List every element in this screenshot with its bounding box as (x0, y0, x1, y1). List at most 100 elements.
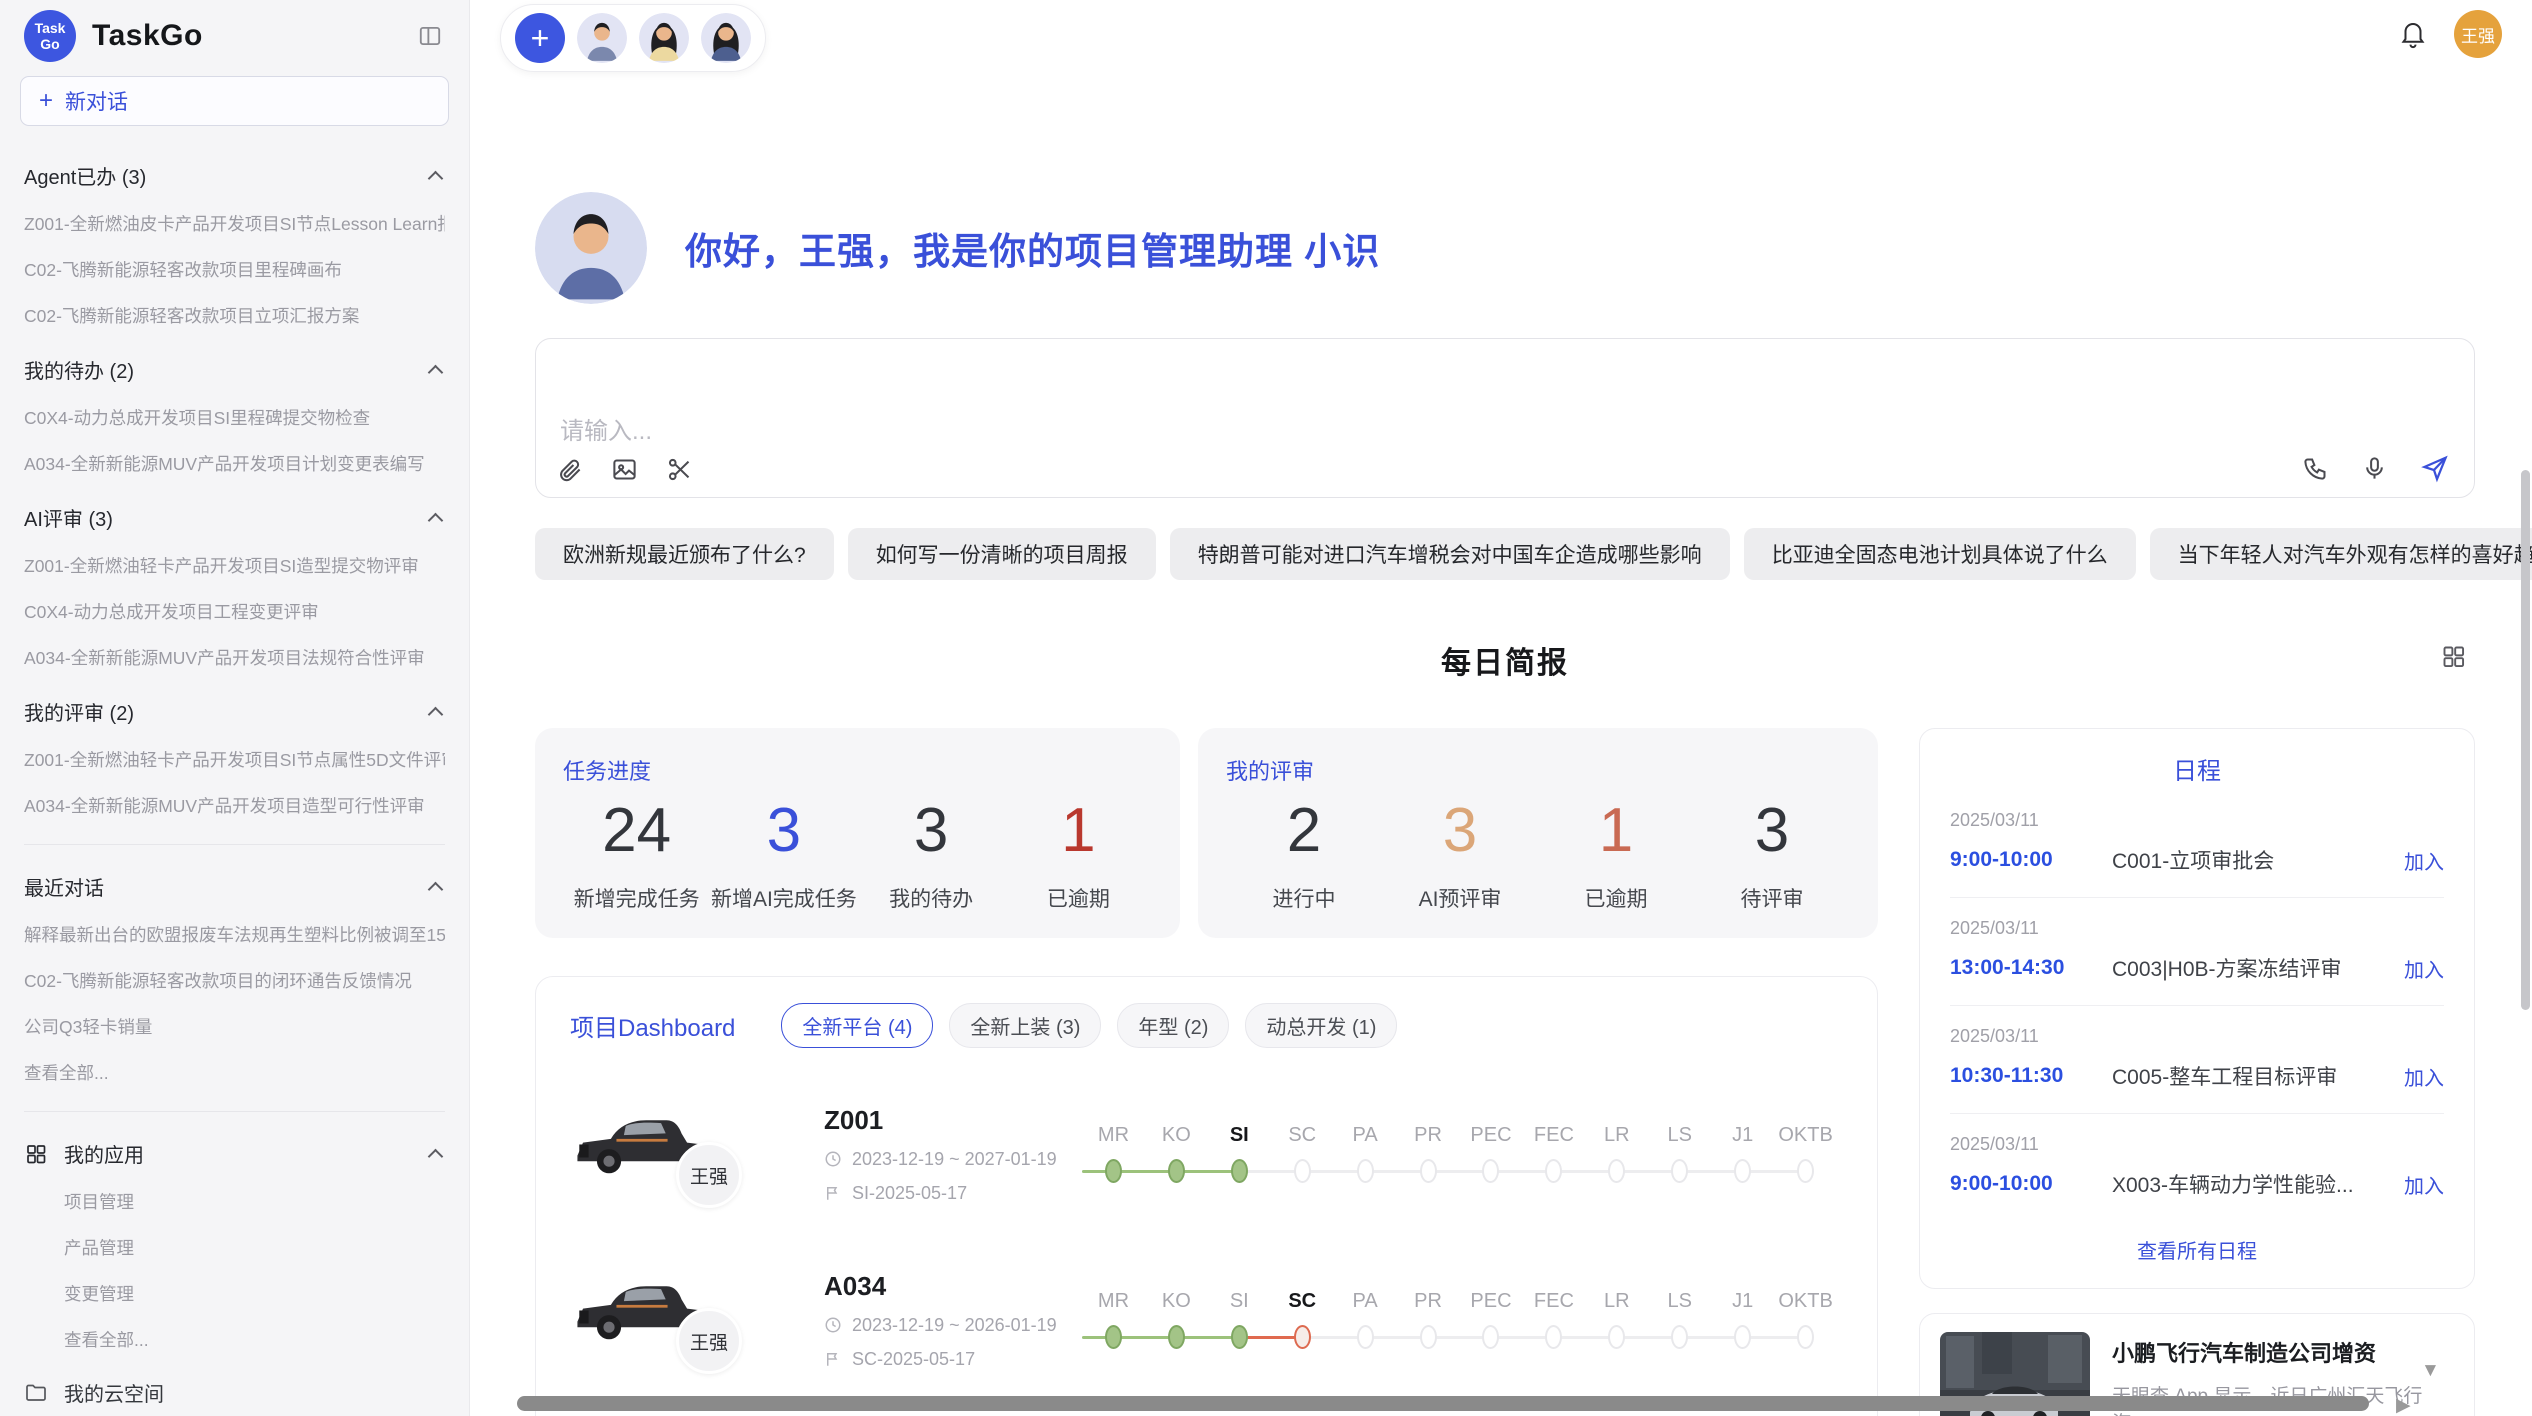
milestone-dot-cell (1082, 1159, 1145, 1185)
suggestion-chip[interactable]: 如何写一份清晰的项目周报 (848, 528, 1156, 580)
milestone-timeline: MRKOSISCPAPRPECFECLRLSJ1OKTB (1082, 1290, 1843, 1351)
suggestion-chip[interactable]: 比亚迪全固态电池计划具体说了什么 (1744, 528, 2136, 580)
view-all-schedule-link[interactable]: 查看所有日程 (1950, 1221, 2444, 1274)
chevron-up-icon[interactable] (428, 881, 444, 897)
dashboard-tab[interactable]: 动总开发 (1) (1245, 1003, 1397, 1048)
top-right-actions: 王强 (2398, 10, 2516, 58)
app-menu-item[interactable]: 项目管理 (64, 1189, 445, 1214)
app-menu-item[interactable]: 查看全部... (64, 1327, 445, 1352)
suggestion-chip[interactable]: 特朗普可能对进口汽车增税会对中国车企造成哪些影响 (1170, 528, 1730, 580)
stat-grid: 24新增完成任务3新增AI完成任务3我的待办1已逾期 (563, 798, 1152, 913)
milestone-label: MR (1082, 1124, 1145, 1147)
sidebar-task-item[interactable]: C02-飞腾新能源轻客改款项目立项汇报方案 (24, 303, 445, 328)
suggestion-chip[interactable]: 欧洲新规最近颁布了什么? (535, 528, 834, 580)
sidebar-recent-header[interactable]: 最近对话 (24, 872, 445, 901)
chevron-up-icon[interactable] (428, 512, 444, 528)
recent-chat-item[interactable]: C02-飞腾新能源轻客改款项目的闭环通告反馈情况 (24, 968, 445, 993)
chevron-up-icon[interactable] (428, 1148, 444, 1164)
app-menu-item[interactable]: 变更管理 (64, 1281, 445, 1306)
microphone-icon[interactable] (2361, 455, 2388, 482)
milestone-label: PR (1397, 1124, 1460, 1147)
dashboard-tab[interactable]: 全新上装 (3) (949, 1003, 1101, 1048)
schedule-join-link[interactable]: 加入 (2404, 1170, 2444, 1199)
milestone-label: FEC (1522, 1124, 1585, 1147)
project-dashboard-card: 项目Dashboard 全新平台 (4)全新上装 (3)年型 (2)动总开发 (… (535, 976, 1878, 1416)
horizontal-scrollbar-thumb[interactable] (517, 1396, 2369, 1411)
member-avatar-2[interactable] (639, 13, 689, 63)
sidebar-section-header[interactable]: Agent已办 (3) (24, 161, 445, 190)
sidebar-task-item[interactable]: A034-全新新能源MUV产品开发项目法规符合性评审 (24, 645, 445, 670)
project-date-range: 2023-12-19 ~ 2027-01-19 (824, 1149, 1082, 1170)
milestone-dot-cell (1711, 1159, 1774, 1185)
dashboard-tab[interactable]: 年型 (2) (1117, 1003, 1229, 1048)
attachment-icon[interactable] (556, 456, 583, 483)
project-rows: 王强Z0012023-12-19 ~ 2027-01-19SI-2025-05-… (570, 1094, 1843, 1416)
sidebar-task-item[interactable]: C0X4-动力总成开发项目SI里程碑提交物检查 (24, 405, 445, 430)
schedule-time: 9:00-10:00 (1950, 848, 2112, 872)
milestone-dot-cell (1711, 1325, 1774, 1351)
user-avatar[interactable]: 王强 (2454, 10, 2502, 58)
project-row[interactable]: 王强Z0012023-12-19 ~ 2027-01-19SI-2025-05-… (570, 1094, 1843, 1214)
member-avatar-3[interactable] (701, 13, 751, 63)
stat-value: 3 (858, 798, 1005, 863)
sidebar-task-item[interactable]: Z001-全新燃油皮卡产品开发项目SI节点Lesson Learn报告 (24, 211, 445, 236)
dashboard-header: 项目Dashboard 全新平台 (4)全新上装 (3)年型 (2)动总开发 (… (570, 1003, 1843, 1048)
sidebar-apps-title-wrap: 我的应用 (24, 1139, 430, 1168)
app-window: Task Go TaskGo + 新对话 Agent已办 (3) Z001-全新燃… (0, 0, 2532, 1416)
chevron-up-icon[interactable] (428, 364, 444, 380)
schedule-join-link[interactable]: 加入 (2404, 954, 2444, 983)
vertical-scrollbar-thumb[interactable] (2521, 470, 2530, 1010)
new-chat-button[interactable]: + 新对话 (20, 76, 449, 126)
milestone-dot (1357, 1159, 1374, 1183)
add-member-button[interactable]: + (515, 13, 565, 63)
sidebar-header: Task Go TaskGo (0, 0, 469, 72)
sidebar-apps-header[interactable]: 我的应用 (24, 1139, 445, 1168)
chevron-up-icon[interactable] (428, 170, 444, 186)
sidebar-section-header[interactable]: AI评审 (3) (24, 503, 445, 532)
schedule-date: 2025/03/11 (1950, 1134, 2444, 1155)
sidebar-item-cloud-space[interactable]: 我的云空间 (24, 1378, 445, 1407)
milestone-dot-cell (1460, 1159, 1523, 1185)
phone-call-icon[interactable] (2302, 455, 2329, 482)
project-row[interactable]: 王强A0342023-12-19 ~ 2026-01-19SC-2025-05-… (570, 1260, 1843, 1380)
stat-label: 待评审 (1694, 883, 1850, 913)
send-icon[interactable] (2420, 453, 2450, 483)
schedule-item: 2025/03/1110:30-11:30C005-整车工程目标评审加入 (1950, 1006, 2444, 1114)
image-upload-icon[interactable] (611, 456, 638, 483)
sidebar-task-item[interactable]: Z001-全新燃油轻卡产品开发项目SI节点属性5D文件评审 (24, 747, 445, 772)
schedule-join-link[interactable]: 加入 (2404, 846, 2444, 875)
sidebar-section-header[interactable]: 我的待办 (2) (24, 355, 445, 384)
sidebar-task-item[interactable]: C02-飞腾新能源轻客改款项目里程碑画布 (24, 257, 445, 282)
scissors-icon[interactable] (666, 456, 693, 483)
recent-chat-item[interactable]: 解释最新出台的欧盟报废车法规再生塑料比例被调至15%... (24, 922, 445, 947)
composer-left-tools (556, 456, 693, 483)
chevron-up-icon[interactable] (428, 706, 444, 722)
schedule-item: 2025/03/119:00-10:00X003-车辆动力学性能验...加入 (1950, 1114, 2444, 1221)
sidebar-collapse-icon[interactable] (415, 21, 445, 51)
notification-bell-icon[interactable] (2398, 19, 2428, 49)
recent-chat-item[interactable]: 公司Q3轻卡销量 (24, 1014, 445, 1039)
message-composer[interactable]: 请输入... (535, 338, 2475, 498)
message-input-placeholder[interactable]: 请输入... (560, 411, 652, 446)
sidebar-recent-title: 最近对话 (24, 872, 104, 901)
project-owner-badge: 王强 (676, 1308, 742, 1374)
member-avatar-1[interactable] (577, 13, 627, 63)
app-menu-item[interactable]: 产品管理 (64, 1235, 445, 1260)
sidebar-task-item[interactable]: Z001-全新燃油轻卡产品开发项目SI造型提交物评审 (24, 553, 445, 578)
suggestion-chip[interactable]: 当下年轻人对汽车外观有怎样的喜好趋势 (2150, 528, 2532, 580)
scroll-right-arrow-icon[interactable]: ▶ (2396, 1394, 2411, 1416)
sidebar-task-item[interactable]: C0X4-动力总成开发项目工程变更评审 (24, 599, 445, 624)
milestone-label: PA (1334, 1124, 1397, 1147)
stat-value: 24 (563, 798, 710, 863)
scroll-down-arrow-icon[interactable]: ▼ (2421, 1360, 2440, 1382)
project-code: Z001 (824, 1105, 1082, 1136)
sidebar-section-header[interactable]: 我的评审 (2) (24, 697, 445, 726)
dashboard-tab[interactable]: 全新平台 (4) (781, 1003, 933, 1048)
schedule-join-link[interactable]: 加入 (2404, 1062, 2444, 1091)
milestone-dot (1357, 1325, 1374, 1349)
schedule-title: 日程 (1950, 751, 2444, 786)
sidebar-task-item[interactable]: A034-全新新能源MUV产品开发项目造型可行性评审 (24, 793, 445, 818)
sidebar-task-item[interactable]: A034-全新新能源MUV产品开发项目计划变更表编写 (24, 451, 445, 476)
recent-chat-item[interactable]: 查看全部... (24, 1060, 445, 1085)
layout-grid-icon[interactable] (2440, 643, 2467, 670)
